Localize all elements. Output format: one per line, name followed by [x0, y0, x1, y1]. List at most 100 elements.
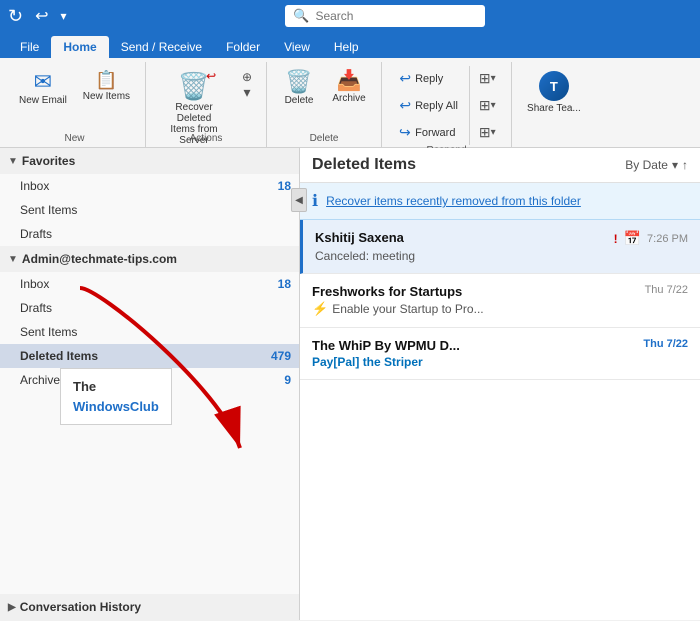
respond-buttons: ↩ Reply ↩ Reply All ↩ Forward — [392, 66, 465, 145]
ribbon-group-teams: T Share Tea... — [512, 62, 596, 147]
delete-group-label: Delete — [310, 133, 339, 147]
respond-extra-1[interactable]: ⊞▾ — [474, 66, 501, 91]
search-icon: 🔍 — [293, 8, 309, 24]
new-email-label: New Email — [19, 95, 67, 107]
tab-home[interactable]: Home — [51, 36, 108, 58]
sort-label: By Date — [625, 158, 668, 172]
conversation-chevron: ▶ — [8, 602, 16, 613]
respond-extra-icon-1: ⊞ — [479, 70, 491, 87]
email-subject-3: Pay[Pal] the Striper — [312, 355, 688, 369]
email-sender-2: Freshworks for Startups — [312, 284, 462, 299]
sidebar-item-deleted-account[interactable]: Deleted Items 479 — [0, 344, 299, 368]
priority-icon-1: ! — [614, 232, 618, 246]
favorites-chevron: ▼ — [8, 156, 18, 167]
email-time-2: Thu 7/22 — [645, 284, 688, 296]
email-sender-3: The WhiP By WPMU D... — [312, 338, 460, 353]
inbox-favorites-label: Inbox — [20, 179, 278, 193]
favorites-section-header[interactable]: ▼ Favorites — [0, 148, 299, 174]
quick-access-icon[interactable]: ▾ — [61, 9, 67, 23]
recover-banner[interactable]: ℹ Recover items recently removed from th… — [300, 183, 700, 220]
forward-button[interactable]: ↩ Forward — [392, 120, 465, 145]
email-time-1: 7:26 PM — [647, 233, 688, 245]
actions-group-label: Actions — [190, 133, 223, 147]
archive-label: Archive — [332, 93, 365, 105]
tab-help[interactable]: Help — [322, 36, 371, 58]
paypal-label-3: Pay[Pal] the Striper — [312, 355, 423, 369]
inbox-account-badge: 18 — [278, 277, 291, 291]
sort-direction-icon: ↑ — [682, 158, 688, 172]
undo-icon[interactable]: ↩ — [35, 6, 48, 26]
recover-deleted-button[interactable]: 🗑️ ↩ Recover Deleted Items from Server — [154, 66, 234, 130]
respond-extra-icon-2: ⊞ — [479, 97, 491, 114]
refresh-icon[interactable]: ↻ — [8, 6, 23, 27]
email-sender-1: Kshitij Saxena — [315, 230, 404, 245]
tab-view[interactable]: View — [272, 36, 322, 58]
account-label: Admin@techmate-tips.com — [22, 252, 177, 266]
sort-chevron-icon: ▾ — [672, 158, 678, 172]
new-group-label: New — [65, 133, 85, 147]
ribbon: ✉ New Email 📋 New Items New 🗑️ ↩ Recover… — [0, 58, 700, 148]
ribbon-group-actions: 🗑️ ↩ Recover Deleted Items from Server ⊕… — [146, 62, 267, 147]
actions-extra-icon: ⊕ — [242, 70, 252, 84]
share-teams-label: Share Tea... — [527, 103, 581, 115]
email-item-1[interactable]: Kshitij Saxena ! 📅 7:26 PM Canceled: mee… — [300, 220, 700, 274]
tab-file[interactable]: File — [8, 36, 51, 58]
sidebar-item-drafts-favorites[interactable]: Drafts — [0, 222, 299, 246]
sort-selector[interactable]: By Date ▾ ↑ — [625, 158, 688, 172]
email-item-2[interactable]: Freshworks for Startups Thu 7/22 ⚡ Enabl… — [300, 274, 700, 328]
reply-all-button[interactable]: ↩ Reply All — [392, 93, 465, 118]
forward-label: Forward — [415, 127, 455, 139]
search-bar[interactable]: 🔍 — [285, 5, 485, 27]
ribbon-group-respond: ↩ Reply ↩ Reply All ↩ Forward ⊞▾ ⊞▾ — [382, 62, 512, 147]
actions-extra-button[interactable]: ⊕ ▾ — [236, 66, 258, 130]
email-item-3[interactable]: The WhiP By WPMU D... Thu 7/22 Pay[Pal] … — [300, 328, 700, 380]
account-section-header[interactable]: ▼ Admin@techmate-tips.com — [0, 246, 299, 272]
content-header: Deleted Items By Date ▾ ↑ — [300, 148, 700, 183]
archive-button[interactable]: 📥 Archive — [325, 66, 373, 132]
deleted-account-badge: 479 — [271, 349, 291, 363]
drafts-favorites-label: Drafts — [20, 227, 291, 241]
archive-icon: 📥 — [337, 71, 362, 91]
sidebar: ◀ ▼ Favorites Inbox 18 Sent Items Drafts… — [0, 148, 300, 620]
tab-folder[interactable]: Folder — [214, 36, 272, 58]
ribbon-group-new: ✉ New Email 📋 New Items New — [4, 62, 146, 147]
sidebar-item-inbox-account[interactable]: Inbox 18 — [0, 272, 299, 296]
conversation-history-header[interactable]: ▶ Conversation History — [0, 594, 299, 620]
sent-favorites-label: Sent Items — [20, 203, 291, 217]
reply-label: Reply — [415, 73, 443, 85]
sidebar-item-sent-favorites[interactable]: Sent Items — [0, 198, 299, 222]
email-subject-2: ⚡ Enable your Startup to Pro... — [312, 301, 688, 317]
lightning-icon-2: ⚡ — [312, 301, 328, 317]
share-teams-button[interactable]: T Share Tea... — [520, 66, 588, 130]
sidebar-item-drafts-account[interactable]: Drafts — [0, 296, 299, 320]
ribbon-group-delete: 🗑️ Delete 📥 Archive Delete — [267, 62, 382, 147]
reply-button[interactable]: ↩ Reply — [392, 66, 465, 91]
recover-banner-link[interactable]: Recover items recently removed from this… — [326, 194, 581, 208]
respond-extra-buttons: ⊞▾ ⊞▾ ⊞▾ — [469, 66, 501, 145]
new-email-button[interactable]: ✉ New Email — [12, 66, 74, 132]
reply-icon: ↩ — [399, 70, 411, 87]
content-title: Deleted Items — [312, 156, 416, 174]
inbox-favorites-badge: 18 — [278, 179, 291, 193]
respond-extra-2[interactable]: ⊞▾ — [474, 93, 501, 118]
reply-all-icon: ↩ — [399, 97, 411, 114]
conversation-history-label: Conversation History — [20, 600, 141, 614]
ribbon-tabs: File Home Send / Receive Folder View Hel… — [0, 32, 700, 58]
new-items-button[interactable]: 📋 New Items — [76, 66, 137, 132]
title-bar: ↻ ↩ ▾ 🔍 — [0, 0, 700, 32]
watermark-line1: The — [73, 379, 96, 394]
sidebar-item-sent-account[interactable]: Sent Items — [0, 320, 299, 344]
respond-extra-3[interactable]: ⊞▾ — [474, 120, 501, 145]
watermark: The WindowsClub — [60, 368, 172, 425]
deleted-account-label: Deleted Items — [20, 349, 271, 363]
sidebar-collapse-button[interactable]: ◀ — [291, 188, 307, 212]
sidebar-item-inbox-favorites[interactable]: Inbox 18 — [0, 174, 299, 198]
respond-extra-icon-3: ⊞ — [479, 124, 491, 141]
new-items-icon: 📋 — [95, 71, 117, 89]
email-subject-1: Canceled: meeting — [315, 249, 688, 263]
drafts-account-label: Drafts — [20, 301, 291, 315]
tab-send-receive[interactable]: Send / Receive — [109, 36, 214, 58]
search-input[interactable] — [315, 9, 477, 23]
delete-button[interactable]: 🗑️ Delete — [275, 66, 323, 132]
new-email-icon: ✉ — [34, 71, 52, 93]
